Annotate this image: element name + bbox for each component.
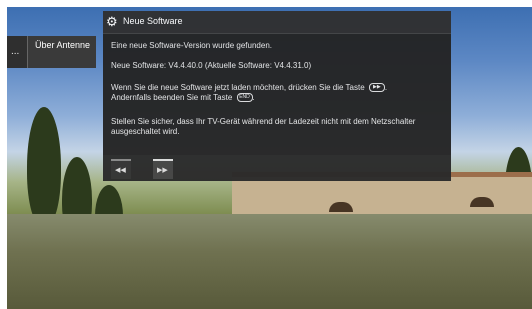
message-warning: Stellen Sie sicher, dass Ihr TV-Gerät wä… — [111, 117, 416, 136]
side-menu: ... Über Antenne — [7, 36, 96, 68]
message-version: Neue Software: V4.4.40.0 (Aktuelle Softw… — [111, 61, 312, 70]
fast-forward-icon: ▶▶ — [157, 167, 168, 174]
dialog-title-bar: ⚙ Neue Software — [103, 11, 451, 34]
menu-item-ueber-antenne[interactable]: Über Antenne — [27, 36, 96, 68]
dialog-tab-row: ◀◀ ▶▶ — [103, 155, 451, 181]
message-exit-prompt: Andernfalls beenden Sie mit Taste END. — [111, 93, 255, 103]
software-update-dialog: ⚙ Neue Software Eine neue Software-Versi… — [103, 11, 451, 181]
side-menu-dots[interactable]: ... — [11, 46, 19, 57]
message-exit-prompt-text: Andernfalls beenden Sie mit Taste — [111, 93, 233, 102]
play-key-icon: ▶▶ — [368, 83, 385, 93]
fast-forward-button[interactable]: ▶▶ — [153, 159, 173, 179]
message-found: Eine neue Software-Version wurde gefunde… — [111, 41, 272, 50]
rewind-icon: ◀◀ — [115, 167, 126, 174]
menu-item-label: Über Antenne — [35, 40, 91, 50]
tv-screen: ... Über Antenne ⚙ Neue Software Eine ne… — [0, 0, 532, 309]
gear-icon: ⚙ — [106, 14, 118, 29]
hedge — [7, 214, 532, 309]
house-window — [329, 202, 353, 212]
message-load-prompt: Wenn Sie die neue Software jetzt laden m… — [111, 83, 388, 93]
message-load-prompt-text: Wenn Sie die neue Software jetzt laden m… — [111, 83, 365, 92]
tree-left — [27, 107, 61, 227]
house-window-right — [470, 197, 494, 207]
end-key-icon: END — [236, 93, 253, 103]
rewind-button[interactable]: ◀◀ — [111, 159, 131, 179]
dialog-title: Neue Software — [123, 16, 183, 26]
